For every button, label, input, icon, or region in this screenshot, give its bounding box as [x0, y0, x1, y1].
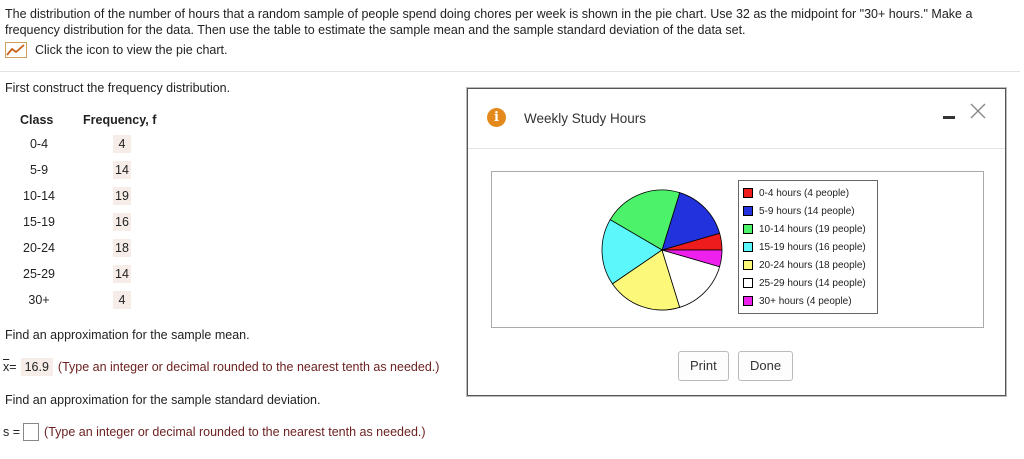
mean-equals: =: [9, 360, 17, 374]
legend-label: 5-9 hours (14 people): [759, 205, 855, 217]
legend-item: 30+ hours (4 people): [739, 292, 877, 310]
chart-legend: 0-4 hours (4 people) 5-9 hours (14 people…: [738, 180, 878, 314]
legend-item: 20-24 hours (18 people): [739, 256, 877, 274]
legend-swatch: [743, 224, 753, 234]
legend-swatch: [743, 188, 753, 198]
frequency-cell[interactable]: 16: [113, 213, 131, 231]
print-button[interactable]: Print: [678, 351, 729, 381]
sd-answer-row: s = (Type an integer or decimal rounded …: [3, 423, 426, 441]
legend-label: 0-4 hours (4 people): [759, 187, 850, 199]
info-icon: i: [487, 108, 506, 127]
legend-swatch: [743, 260, 753, 270]
frequency-header: Frequency, f: [83, 113, 157, 127]
done-button[interactable]: Done: [738, 351, 794, 381]
divider: [0, 71, 1020, 72]
legend-label: 15-19 hours (16 people): [759, 241, 866, 253]
frequency-cell[interactable]: 4: [113, 135, 131, 153]
sd-input[interactable]: [23, 423, 40, 441]
class-cell: 15-19: [23, 215, 55, 229]
dialog-title: Weekly Study Hours: [524, 111, 647, 126]
frequency-cell[interactable]: 14: [113, 265, 131, 283]
sd-hint: (Type an integer or decimal rounded to t…: [44, 425, 426, 439]
legend-item: 5-9 hours (14 people): [739, 202, 877, 220]
class-cell: 5-9: [29, 163, 49, 177]
mean-answer-row: x = 16.9 (Type an integer or decimal rou…: [3, 358, 439, 376]
class-cell: 30+: [28, 293, 50, 307]
legend-item: 15-19 hours (16 people): [739, 238, 877, 256]
class-cell: 10-14: [23, 189, 55, 203]
sd-prompt: Find an approximation for the sample sta…: [5, 393, 321, 407]
sd-label: s =: [3, 425, 21, 439]
chart-icon[interactable]: [5, 42, 27, 58]
frequency-cell[interactable]: 19: [113, 187, 131, 205]
frequency-cell[interactable]: 4: [113, 291, 131, 309]
legend-label: 30+ hours (4 people): [759, 295, 852, 307]
close-icon[interactable]: [968, 101, 988, 121]
class-cell: 20-24: [23, 241, 55, 255]
mean-hint: (Type an integer or decimal rounded to t…: [57, 360, 440, 374]
class-header: Class: [20, 113, 54, 127]
construct-prompt: First construct the frequency distributi…: [5, 81, 231, 95]
view-chart-link[interactable]: Click the icon to view the pie chart.: [5, 42, 227, 58]
chart-frame: 0-4 hours (4 people) 5-9 hours (14 people…: [491, 171, 984, 328]
legend-swatch: [743, 242, 753, 252]
legend-label: 25-29 hours (14 people): [759, 277, 866, 289]
class-cell: 25-29: [23, 267, 55, 281]
legend-item: 0-4 hours (4 people): [739, 184, 877, 202]
problem-statement: The distribution of the number of hours …: [5, 7, 973, 37]
mean-input[interactable]: 16.9: [20, 358, 53, 376]
pie-chart: [601, 189, 723, 311]
legend-item: 25-29 hours (14 people): [739, 274, 877, 292]
view-chart-label[interactable]: Click the icon to view the pie chart.: [35, 43, 227, 57]
legend-label: 20-24 hours (18 people): [759, 259, 866, 271]
frequency-cell[interactable]: 14: [113, 161, 131, 179]
mean-prompt: Find an approximation for the sample mea…: [5, 328, 250, 342]
frequency-cell[interactable]: 18: [113, 239, 131, 257]
dialog-header: i Weekly Study Hours: [468, 89, 1005, 149]
pie-chart-dialog: i Weekly Study Hours 0-4 hours (4 people…: [467, 88, 1006, 396]
minimize-icon[interactable]: [943, 116, 955, 119]
legend-swatch: [743, 296, 753, 306]
legend-swatch: [743, 278, 753, 288]
legend-swatch: [743, 206, 753, 216]
legend-label: 10-14 hours (19 people): [759, 223, 866, 235]
class-cell: 0-4: [29, 137, 49, 151]
legend-item: 10-14 hours (19 people): [739, 220, 877, 238]
